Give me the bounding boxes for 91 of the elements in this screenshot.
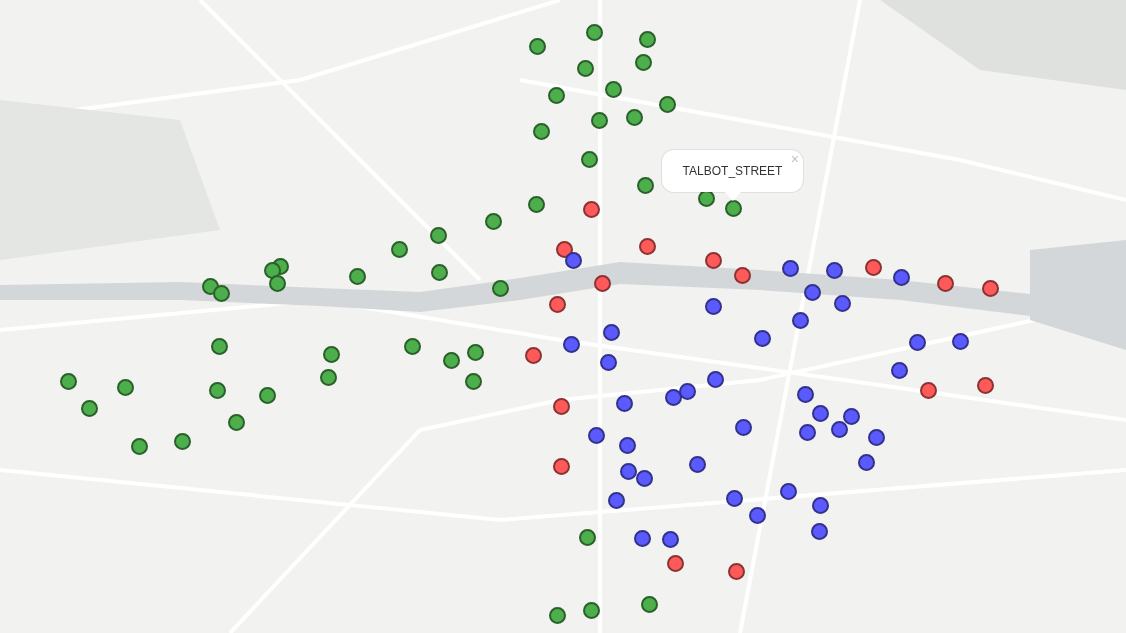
map-marker[interactable] xyxy=(564,251,582,269)
map-marker[interactable] xyxy=(704,251,722,269)
map-marker[interactable] xyxy=(263,261,281,279)
map-marker[interactable] xyxy=(638,30,656,48)
map-marker[interactable] xyxy=(390,240,408,258)
map-marker[interactable] xyxy=(562,335,580,353)
map-marker[interactable] xyxy=(634,53,652,71)
map-marker[interactable] xyxy=(466,343,484,361)
map-marker[interactable] xyxy=(548,606,566,624)
map-marker[interactable] xyxy=(555,240,573,258)
map-marker[interactable] xyxy=(951,332,969,350)
map-marker[interactable] xyxy=(319,368,337,386)
map-marker[interactable] xyxy=(210,337,228,355)
map-marker[interactable] xyxy=(811,404,829,422)
map-marker[interactable] xyxy=(640,595,658,613)
map-marker[interactable] xyxy=(528,37,546,55)
map-marker[interactable] xyxy=(825,261,843,279)
map-marker[interactable] xyxy=(578,528,596,546)
map-marker[interactable] xyxy=(867,428,885,446)
map-marker[interactable] xyxy=(625,108,643,126)
map-marker[interactable] xyxy=(524,346,542,364)
map-marker[interactable] xyxy=(173,432,191,450)
map-marker[interactable] xyxy=(638,237,656,255)
map-marker[interactable] xyxy=(130,437,148,455)
map-marker[interactable] xyxy=(704,297,722,315)
map-marker[interactable] xyxy=(864,258,882,276)
map-marker[interactable] xyxy=(936,274,954,292)
map-marker[interactable] xyxy=(810,522,828,540)
map-marker[interactable] xyxy=(781,259,799,277)
map-marker[interactable] xyxy=(661,530,679,548)
map-marker[interactable] xyxy=(890,361,908,379)
map-marker[interactable] xyxy=(576,59,594,77)
map-marker[interactable] xyxy=(842,407,860,425)
map-marker[interactable] xyxy=(724,199,742,217)
map-marker[interactable] xyxy=(116,378,134,396)
map-marker[interactable] xyxy=(635,469,653,487)
map-marker[interactable] xyxy=(727,562,745,580)
map-marker[interactable] xyxy=(633,529,651,547)
map-marker[interactable] xyxy=(791,311,809,329)
map-marker[interactable] xyxy=(688,455,706,473)
map-marker[interactable] xyxy=(527,195,545,213)
map-marker[interactable] xyxy=(779,482,797,500)
map-marker[interactable] xyxy=(484,212,502,230)
map-marker[interactable] xyxy=(442,351,460,369)
map-marker[interactable] xyxy=(607,491,625,509)
map-marker[interactable] xyxy=(227,413,245,431)
map-marker[interactable] xyxy=(208,381,226,399)
map-marker[interactable] xyxy=(430,263,448,281)
map-marker[interactable] xyxy=(532,122,550,140)
map-marker[interactable] xyxy=(585,23,603,41)
map-marker[interactable] xyxy=(59,372,77,390)
map-marker[interactable] xyxy=(602,323,620,341)
map-marker[interactable] xyxy=(908,333,926,351)
map-marker[interactable] xyxy=(548,295,566,313)
map-marker[interactable] xyxy=(830,420,848,438)
map-marker[interactable] xyxy=(636,176,654,194)
map-marker[interactable] xyxy=(590,111,608,129)
map-marker[interactable] xyxy=(258,386,276,404)
map-marker[interactable] xyxy=(403,337,421,355)
map-marker[interactable] xyxy=(580,150,598,168)
map-marker[interactable] xyxy=(582,200,600,218)
map-marker[interactable] xyxy=(725,489,743,507)
popup-tail xyxy=(725,192,741,201)
map-marker[interactable] xyxy=(658,95,676,113)
map-marker[interactable] xyxy=(552,457,570,475)
map-marker[interactable] xyxy=(604,80,622,98)
map-marker[interactable] xyxy=(706,370,724,388)
map-marker[interactable] xyxy=(796,385,814,403)
map-marker[interactable] xyxy=(981,279,999,297)
map-marker[interactable] xyxy=(734,418,752,436)
map-marker[interactable] xyxy=(552,397,570,415)
map-view[interactable]: TALBOT_STREET × xyxy=(0,0,1126,633)
map-marker[interactable] xyxy=(892,268,910,286)
map-marker[interactable] xyxy=(582,601,600,619)
map-marker[interactable] xyxy=(80,399,98,417)
map-marker[interactable] xyxy=(798,423,816,441)
map-marker[interactable] xyxy=(811,496,829,514)
map-marker[interactable] xyxy=(857,453,875,471)
map-marker[interactable] xyxy=(322,345,340,363)
map-marker[interactable] xyxy=(753,329,771,347)
popup-text: TALBOT_STREET xyxy=(682,164,783,178)
map-marker[interactable] xyxy=(464,372,482,390)
map-marker[interactable] xyxy=(976,376,994,394)
map-marker[interactable] xyxy=(348,267,366,285)
map-marker[interactable] xyxy=(748,506,766,524)
map-marker[interactable] xyxy=(619,462,637,480)
map-marker[interactable] xyxy=(429,226,447,244)
map-marker[interactable] xyxy=(618,436,636,454)
map-marker[interactable] xyxy=(919,381,937,399)
map-marker[interactable] xyxy=(587,426,605,444)
map-marker[interactable] xyxy=(666,554,684,572)
